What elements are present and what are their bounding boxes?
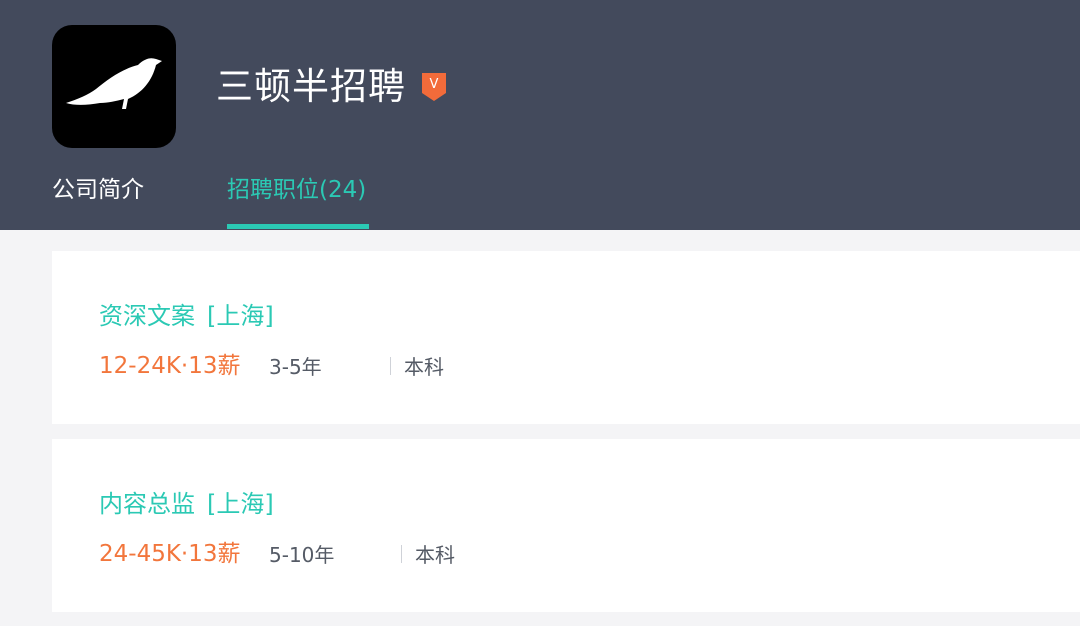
job-title: 资深文案 [99,302,195,330]
job-title-link[interactable]: 资深文案 [上海] [99,299,274,333]
company-logo [52,25,176,148]
job-location: [上海] [207,490,274,518]
job-experience: 5-10年 [269,543,335,567]
tab-company-intro[interactable]: 公司简介 [52,174,144,206]
job-education: 本科 [415,543,455,567]
meta-divider [401,545,402,563]
active-tab-indicator [227,224,369,229]
company-header: 三顿半招聘 V 公司简介 招聘职位(24) [0,0,1080,230]
verified-badge-label: V [429,77,439,92]
job-experience: 3-5年 [269,355,322,379]
company-name: 三顿半招聘 [216,65,406,108]
job-title: 内容总监 [99,490,195,518]
job-card[interactable]: 内容总监 [上海] 24-45K·13薪 5-10年 本科 [52,439,1080,612]
job-title-link[interactable]: 内容总监 [上海] [99,487,274,521]
tab-job-positions[interactable]: 招聘职位(24) [227,174,366,206]
bird-icon [66,58,162,109]
job-education: 本科 [404,355,444,379]
meta-divider [390,357,391,375]
job-salary: 12-24K·13薪 [99,353,241,379]
job-location: [上海] [207,302,274,330]
job-card[interactable]: 资深文案 [上海] 12-24K·13薪 3-5年 本科 [52,251,1080,424]
verified-badge-icon: V [422,73,446,101]
job-salary: 24-45K·13薪 [99,541,241,567]
